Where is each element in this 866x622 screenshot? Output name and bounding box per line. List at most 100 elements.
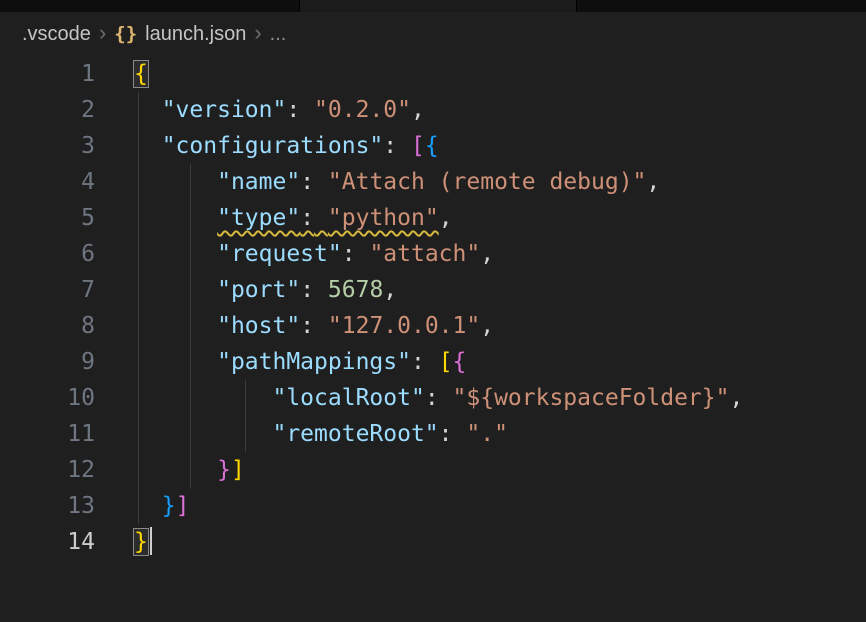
code-token: "pathMappings" — [217, 349, 411, 375]
code-token: , — [439, 205, 453, 231]
code-token: { — [453, 349, 467, 375]
code-line-text[interactable]: "configurations": [{ — [95, 128, 439, 164]
code-line[interactable]: 4 "name": "Attach (remote debug)", — [0, 164, 866, 200]
code-line[interactable]: 12 }] — [0, 452, 866, 488]
code-line[interactable]: 10 "localRoot": "${workspaceFolder}", — [0, 380, 866, 416]
code-token: [ — [439, 349, 453, 375]
code-token: "0.2.0" — [314, 97, 411, 123]
code-token: [ — [411, 133, 425, 159]
code-token: : — [300, 313, 314, 339]
code-line-text[interactable]: "type": "python", — [95, 200, 453, 236]
code-token — [134, 457, 217, 483]
code-line-text[interactable]: "name": "Attach (remote debug)", — [95, 164, 660, 200]
code-token: "." — [466, 421, 508, 447]
code-token: , — [480, 313, 494, 339]
code-token — [134, 97, 162, 123]
code-token: "remoteRoot" — [272, 421, 438, 447]
line-number[interactable]: 5 — [0, 200, 95, 236]
code-token: ] — [176, 493, 190, 519]
code-line-text[interactable]: { — [95, 56, 148, 92]
line-number[interactable]: 4 — [0, 164, 95, 200]
code-token — [314, 169, 328, 195]
code-token: { — [425, 133, 439, 159]
code-token: } — [162, 493, 176, 519]
breadcrumb-symbol-ellipsis[interactable]: ... — [270, 23, 287, 46]
code-lines: 1{2 "version": "0.2.0",3 "configurations… — [0, 56, 866, 560]
code-line[interactable]: 11 "remoteRoot": "." — [0, 416, 866, 452]
code-token: : — [300, 205, 314, 231]
code-line-text[interactable]: }] — [95, 452, 245, 488]
editor[interactable]: 1{2 "version": "0.2.0",3 "configurations… — [0, 56, 866, 560]
code-token: 5678 — [328, 277, 383, 303]
code-token — [134, 133, 162, 159]
line-number[interactable]: 13 — [0, 488, 95, 524]
code-token: , — [411, 97, 425, 123]
line-number[interactable]: 11 — [0, 416, 95, 452]
code-line[interactable]: 1{ — [0, 56, 866, 92]
chevron-right-icon: › — [254, 23, 261, 43]
code-token: : — [300, 277, 314, 303]
line-number[interactable]: 12 — [0, 452, 95, 488]
code-line[interactable]: 7 "port": 5678, — [0, 272, 866, 308]
line-number[interactable]: 1 — [0, 56, 95, 92]
text-cursor — [150, 527, 152, 555]
code-line-text[interactable]: }] — [95, 488, 189, 524]
code-token: , — [646, 169, 660, 195]
code-line[interactable]: 5 "type": "python", — [0, 200, 866, 236]
breadcrumb-file[interactable]: launch.json — [145, 23, 246, 46]
line-number[interactable]: 9 — [0, 344, 95, 380]
code-token — [300, 97, 314, 123]
code-token — [134, 385, 272, 411]
code-token — [134, 349, 217, 375]
code-token — [314, 205, 328, 231]
code-token: "port" — [217, 277, 300, 303]
code-token: : — [383, 133, 397, 159]
code-token: } — [217, 457, 231, 483]
line-number[interactable]: 7 — [0, 272, 95, 308]
code-token — [134, 421, 272, 447]
line-number[interactable]: 14 — [0, 524, 95, 560]
line-number[interactable]: 6 — [0, 236, 95, 272]
code-token — [397, 133, 411, 159]
code-token: , — [729, 385, 743, 411]
code-token: "attach" — [369, 241, 480, 267]
code-line[interactable]: 8 "host": "127.0.0.1", — [0, 308, 866, 344]
code-line[interactable]: 9 "pathMappings": [{ — [0, 344, 866, 380]
code-line[interactable]: 2 "version": "0.2.0", — [0, 92, 866, 128]
code-token: "host" — [217, 313, 300, 339]
code-token: "type" — [217, 205, 300, 231]
code-token — [314, 277, 328, 303]
code-token: "python" — [328, 205, 439, 231]
line-number[interactable]: 2 — [0, 92, 95, 128]
code-token — [453, 421, 467, 447]
code-token: "Attach (remote debug)" — [328, 169, 647, 195]
code-line[interactable]: 13 }] — [0, 488, 866, 524]
code-line-text[interactable]: "remoteRoot": "." — [95, 416, 508, 452]
code-token — [425, 349, 439, 375]
code-line-text[interactable]: "localRoot": "${workspaceFolder}", — [95, 380, 743, 416]
line-number[interactable]: 3 — [0, 128, 95, 164]
line-number[interactable]: 10 — [0, 380, 95, 416]
code-token — [134, 493, 162, 519]
code-line-text[interactable]: "port": 5678, — [95, 272, 397, 308]
code-token — [134, 277, 217, 303]
code-token: "configurations" — [162, 133, 384, 159]
code-token — [356, 241, 370, 267]
tab-edge-segment — [299, 0, 577, 12]
breadcrumb-folder[interactable]: .vscode — [22, 23, 91, 46]
code-line[interactable]: 6 "request": "attach", — [0, 236, 866, 272]
chevron-right-icon: › — [99, 23, 106, 43]
code-line[interactable]: 3 "configurations": [{ — [0, 128, 866, 164]
code-line-text[interactable]: "version": "0.2.0", — [95, 92, 425, 128]
code-line[interactable]: 14} — [0, 524, 866, 560]
line-number[interactable]: 8 — [0, 308, 95, 344]
code-token: : — [342, 241, 356, 267]
code-token: "request" — [217, 241, 342, 267]
code-line-text[interactable]: "pathMappings": [{ — [95, 344, 466, 380]
code-line-text[interactable]: } — [95, 524, 152, 560]
breadcrumb: .vscode › {} launch.json › ... — [0, 12, 866, 56]
code-token: "name" — [217, 169, 300, 195]
json-braces-icon: {} — [114, 23, 137, 45]
code-line-text[interactable]: "request": "attach", — [95, 236, 494, 272]
code-line-text[interactable]: "host": "127.0.0.1", — [95, 308, 494, 344]
